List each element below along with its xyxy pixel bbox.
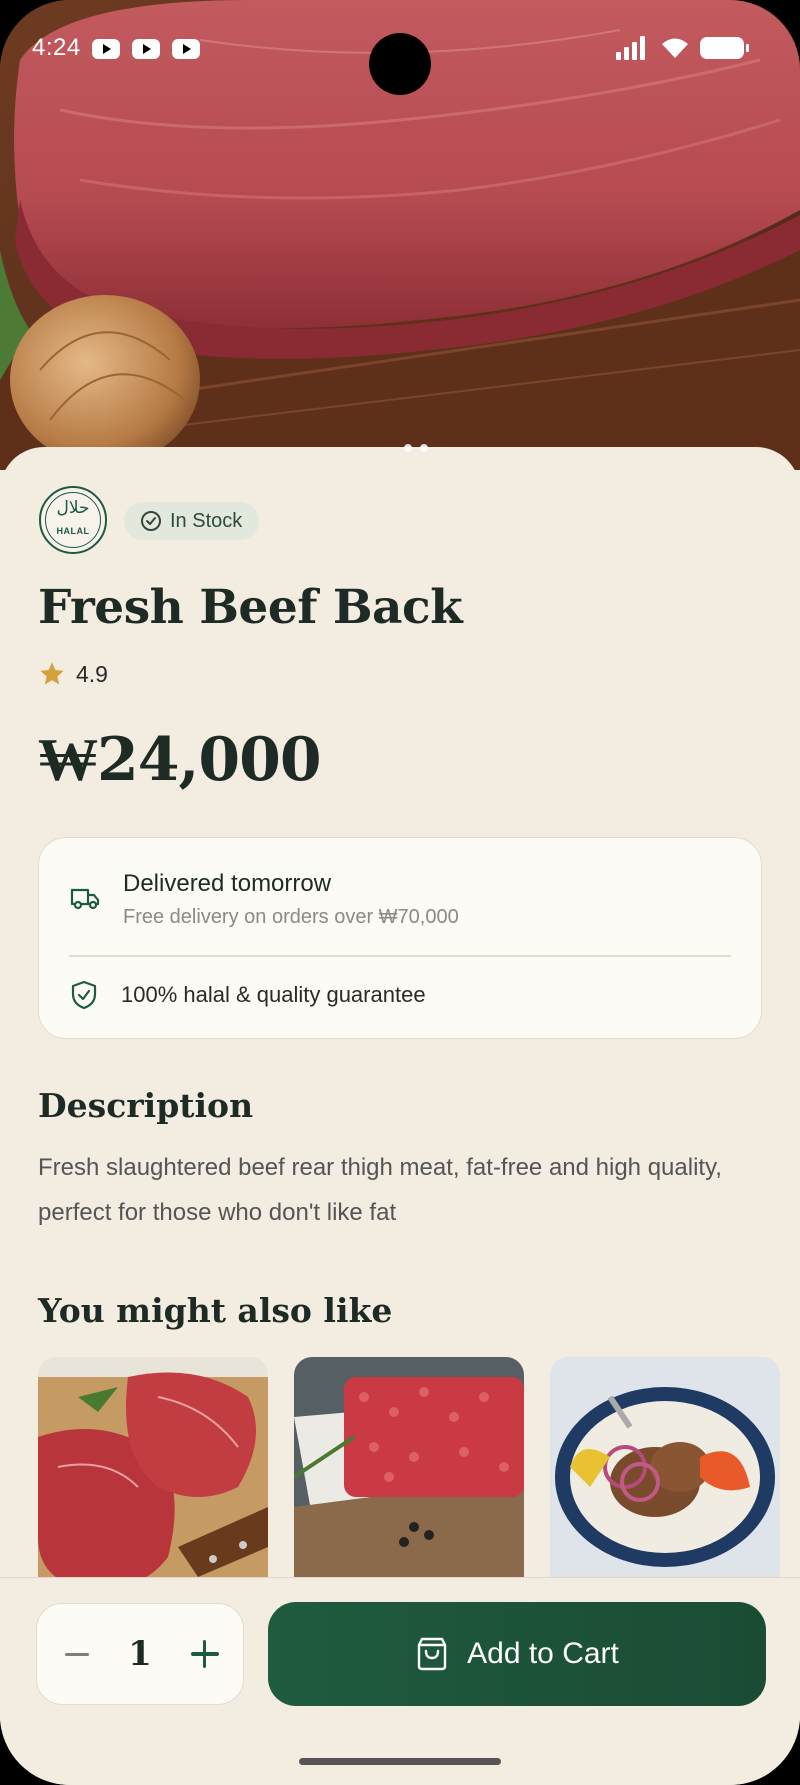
halal-badge: حلال HALAL [39,486,107,554]
rating-value: 4.9 [76,660,108,687]
increase-quantity-button[interactable] [190,1640,219,1668]
shopping-bag-icon [417,1637,447,1671]
decrease-quantity-button[interactable] [65,1652,89,1656]
stock-status-badge: In Stock [124,502,260,540]
truck-icon [70,888,100,910]
check-circle-icon [141,511,161,531]
add-to-cart-label: Add to Cart [467,1637,619,1670]
halal-arabic: حلال [56,498,90,518]
recommendations-list [38,1357,780,1597]
youtube-notification-icon [172,39,200,59]
recommended-product-card[interactable] [550,1357,780,1597]
youtube-notification-icon [132,39,160,59]
star-icon [40,662,64,685]
stock-label: In Stock [170,509,243,532]
add-to-cart-button[interactable]: Add to Cart [268,1602,766,1706]
halal-word: HALAL [56,526,90,536]
status-time: 4:24 [32,34,81,61]
recommended-product-card[interactable] [294,1357,524,1597]
description-heading: Description [38,1086,254,1125]
guarantee-text: 100% halal & quality guarantee [121,982,426,1007]
delivery-subtitle: Free delivery on orders over ₩70,000 [123,906,459,928]
front-camera [369,33,431,95]
product-rating: 4.9 [38,660,108,688]
youtube-notification-icon [92,39,120,59]
battery-icon [700,37,749,59]
delivery-title: Delivered tomorrow [123,870,332,897]
image-carousel-indicator [404,444,428,452]
recommendations-heading: You might also like [38,1291,393,1330]
bottom-action-bar: 1 Add to Cart [0,1577,800,1785]
phone-screen: 4:24 حلال HALAL In Stock Fresh Beef Back… [0,0,800,1785]
recommended-product-card[interactable] [38,1357,268,1597]
card-divider [69,955,731,957]
product-title: Fresh Beef Back [38,580,463,635]
quantity-value: 1 [128,1634,152,1674]
shield-check-icon [71,980,97,1010]
delivery-info-card: Delivered tomorrow Free delivery on orde… [38,837,762,1039]
description-text: Fresh slaughtered beef rear thigh meat, … [38,1154,722,1226]
wifi-icon [662,38,688,58]
product-price: ₩24,000 [38,725,322,795]
home-indicator[interactable] [299,1758,501,1765]
signal-icon [616,36,645,60]
quantity-stepper: 1 [36,1603,244,1705]
